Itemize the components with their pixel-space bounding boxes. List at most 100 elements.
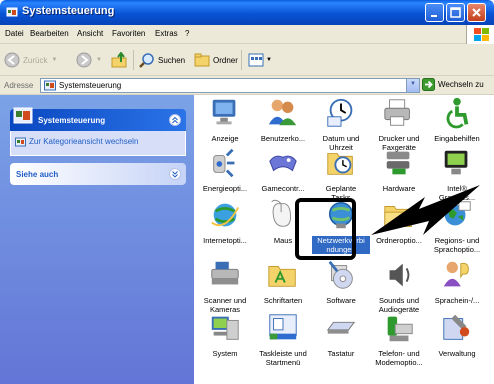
admin-tools-icon <box>443 314 470 340</box>
pointing-arrow-icon <box>371 185 480 235</box>
taskbar-icon <box>269 314 297 340</box>
control-panel-item[interactable]: Schriftarten <box>254 258 312 305</box>
control-panel-item[interactable]: Sprachein-/... <box>428 258 486 305</box>
menu-favoriten[interactable]: Favoriten <box>112 29 145 38</box>
keyboard-icon <box>326 321 356 334</box>
section-title: Systemsteuerung <box>38 116 106 125</box>
user-accounts-icon <box>268 99 297 126</box>
control-panel-section-body: Zur Kategorieansicht wechseln <box>10 131 186 156</box>
item-label: Internetopti... <box>203 236 247 245</box>
go-label: Wechseln zu <box>438 80 484 89</box>
menu-datei[interactable]: Datei <box>5 29 24 38</box>
expand-chevron-icon[interactable] <box>169 168 181 180</box>
control-panel-section: Systemsteuerung Zur Kategorieansicht wec… <box>10 107 186 156</box>
task-pane: Systemsteuerung Zur Kategorieansicht wec… <box>0 95 194 384</box>
control-panel-item[interactable]: Tastatur <box>312 311 370 358</box>
sound-icon <box>389 263 410 287</box>
close-button[interactable] <box>467 3 486 22</box>
control-panel-item[interactable]: Telefon- und Modemoptio... <box>370 311 428 367</box>
windows-logo <box>466 25 494 44</box>
phone-modem-icon <box>387 316 413 342</box>
item-label: System <box>212 349 238 358</box>
item-label: Taskleiste und Startmenü <box>259 349 307 367</box>
control-panel-item[interactable]: Scanner und Kameras <box>196 258 254 314</box>
up-folder-icon <box>111 52 127 68</box>
back-label: Zurück <box>23 55 48 65</box>
search-icon <box>139 53 154 68</box>
control-panel-icon <box>6 7 18 17</box>
item-label: Gamecontr... <box>261 184 305 193</box>
item-label: Anzeige <box>211 134 239 143</box>
forward-dropdown-icon: ▼ <box>96 57 102 63</box>
go-button[interactable]: Wechseln zu <box>422 78 484 91</box>
collapse-chevron-icon[interactable] <box>169 114 181 126</box>
control-panel-item[interactable]: Eingabehilfen <box>428 96 486 143</box>
address-label: Adresse <box>4 81 34 90</box>
system-icon <box>211 316 239 340</box>
control-panel-item[interactable]: Geplante Tasks <box>312 146 370 202</box>
back-arrow-icon <box>4 52 20 68</box>
chevron-down-icon: ▼ <box>410 81 416 87</box>
address-input[interactable]: Systemsteuerung ▼ <box>40 78 420 93</box>
see-also-section-header[interactable]: Siehe auch <box>10 163 186 185</box>
menu-extras[interactable]: Extras <box>155 29 178 38</box>
category-view-link[interactable]: Zur Kategorieansicht wechseln <box>29 137 138 146</box>
control-panel-icon <box>44 80 56 91</box>
date-time-icon <box>327 98 353 127</box>
control-panel-item[interactable]: System <box>196 311 254 358</box>
address-bar: Adresse Systemsteuerung ▼ Wechseln zu <box>0 76 494 95</box>
back-dropdown-icon: ▼ <box>51 57 58 63</box>
item-label: Energieopti... <box>202 184 248 193</box>
highlight-box <box>295 198 356 260</box>
item-label: Tastatur <box>327 349 355 358</box>
control-panel-item[interactable]: Datum und Uhrzeit <box>312 96 370 152</box>
control-panel-item[interactable]: Internetopti... <box>196 198 254 245</box>
maximize-button[interactable] <box>446 3 465 22</box>
power-options-icon <box>213 148 235 178</box>
chevron-down-icon <box>172 171 178 178</box>
section-title: Siehe auch <box>16 170 59 179</box>
folders-button[interactable]: Ordner <box>194 50 238 70</box>
control-panel-item[interactable]: Verwaltung <box>428 311 486 358</box>
item-label: Sprachein-/... <box>434 296 480 305</box>
menu-ansicht[interactable]: Ansicht <box>77 29 103 38</box>
item-label: Schriftarten <box>263 296 303 305</box>
menu-help[interactable]: ? <box>185 29 189 38</box>
see-also-section: Siehe auch <box>10 163 186 185</box>
address-dropdown-button[interactable]: ▼ <box>406 79 419 92</box>
back-button[interactable]: Zurück ▼ <box>4 50 57 70</box>
control-panel-item[interactable]: Benutzerko... <box>254 96 312 143</box>
folders-label: Ordner <box>213 55 238 65</box>
minimize-button[interactable] <box>425 3 444 22</box>
control-panel-icon <box>13 107 33 124</box>
intel-graphics-icon <box>444 150 468 175</box>
search-button[interactable]: Suchen <box>139 50 185 70</box>
display-icon <box>212 99 236 125</box>
windows-flag-icon <box>474 28 489 41</box>
search-label: Suchen <box>158 55 186 65</box>
control-panel-item[interactable]: Energieopti... <box>196 146 254 193</box>
views-icon <box>248 53 264 67</box>
printer-icon <box>384 99 410 126</box>
control-panel-item[interactable]: Software <box>312 258 370 305</box>
up-folder-button[interactable] <box>111 50 129 70</box>
scanner-icon <box>211 261 239 285</box>
control-panel-item[interactable]: Sounds und Audiogeräte <box>370 258 428 314</box>
control-panel-item[interactable]: Drucker und Faxgeräte <box>370 96 428 152</box>
item-label: Telefon- und Modemoptio... <box>375 349 423 367</box>
speech-icon <box>443 261 469 287</box>
views-button[interactable]: ▼ <box>248 50 272 70</box>
control-panel-item[interactable]: Gamecontr... <box>254 146 312 193</box>
control-panel-section-header[interactable]: Systemsteuerung <box>10 107 186 131</box>
control-panel-item[interactable]: Anzeige <box>196 96 254 143</box>
toolbar: Zurück ▼ ▼ Suchen Ordner ▼ <box>0 44 494 76</box>
menu-bearbeiten[interactable]: Bearbeiten <box>30 29 69 38</box>
toolbar-separator <box>133 50 134 70</box>
folders-icon <box>194 53 210 67</box>
chevron-up-icon <box>172 116 178 124</box>
fonts-icon <box>268 266 296 287</box>
minimize-icon <box>431 15 437 17</box>
forward-button[interactable]: ▼ <box>76 50 102 70</box>
control-panel-item[interactable]: Taskleiste und Startmenü <box>254 311 312 367</box>
go-arrow-icon <box>422 78 435 91</box>
